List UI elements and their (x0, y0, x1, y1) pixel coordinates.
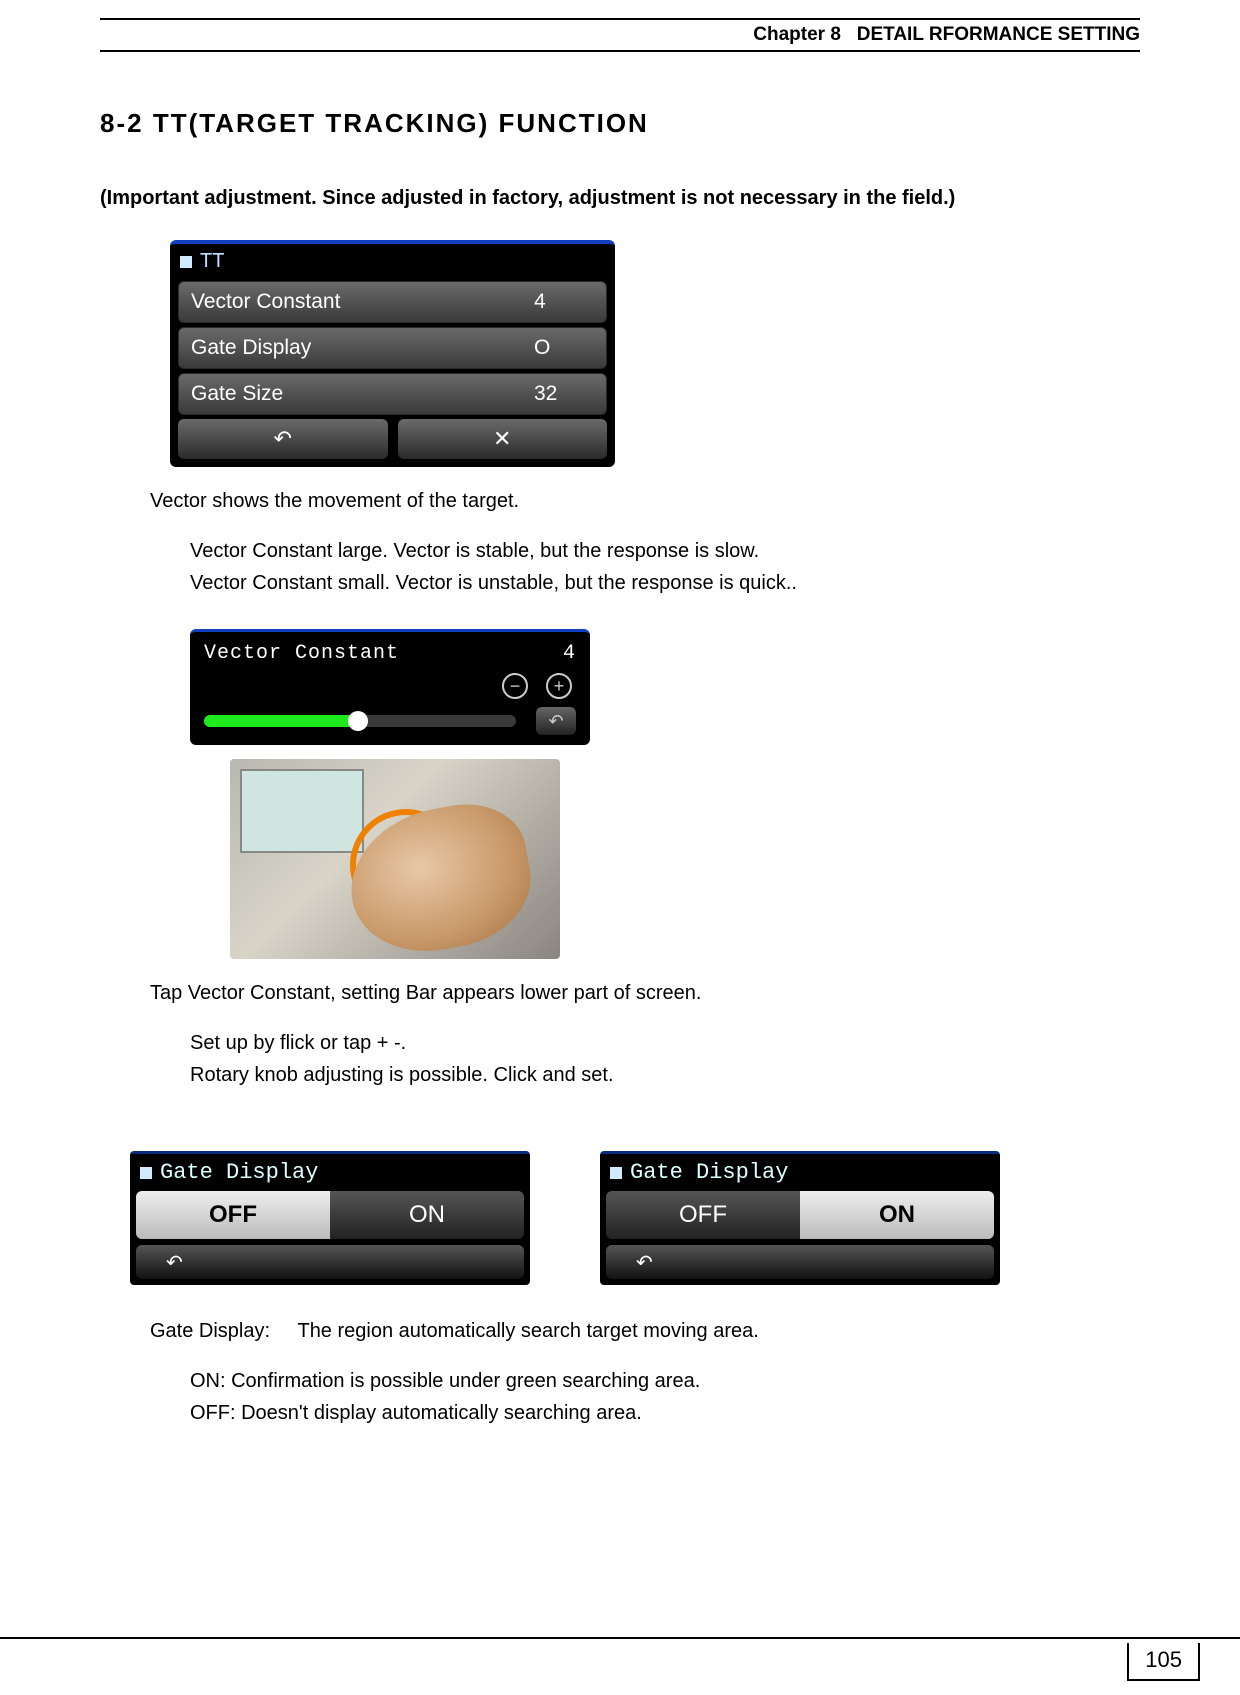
tt-row-label: Gate Display (191, 336, 534, 360)
vc-back-button[interactable]: ↶ (536, 707, 576, 735)
gate-display-row: Gate Display OFF ON ↶ Gate Display OFF O… (130, 1151, 1140, 1285)
paragraph: Set up by flick or tap + -. (190, 1027, 1140, 1059)
gate-display-widget-on: Gate Display OFF ON ↶ (600, 1151, 1000, 1285)
body-block-1: Vector shows the movement of the target.… (100, 485, 1140, 599)
back-icon: ↶ (166, 1250, 183, 1275)
vc-slider-thumb[interactable] (348, 711, 368, 731)
vc-slider[interactable] (204, 715, 516, 727)
section-title: 8-2 TT(TARGET TRACKING) FUNCTION (100, 108, 1140, 139)
vc-icons: − + (190, 673, 590, 707)
minus-icon: − (510, 677, 521, 695)
paragraph: Vector Constant large. Vector is stable,… (190, 535, 1140, 567)
gate-on-option[interactable]: ON (800, 1191, 994, 1239)
vc-value: 4 (563, 642, 576, 665)
paragraph: ON: Confirmation is possible under green… (190, 1365, 1140, 1397)
plus-icon: + (554, 677, 565, 695)
footer-rule (0, 1637, 1240, 1639)
square-icon (610, 1167, 622, 1179)
paragraph: Vector Constant small. Vector is unstabl… (190, 567, 1140, 599)
plus-button[interactable]: + (546, 673, 572, 699)
body-block-3: Gate Display: The region automatically s… (100, 1315, 1140, 1429)
minus-button[interactable]: − (502, 673, 528, 699)
vector-constant-widget: Vector Constant 4 − + ↶ (190, 629, 590, 745)
gate-segmented[interactable]: OFF ON (136, 1191, 524, 1239)
paragraph: OFF: Doesn't display automatically searc… (190, 1397, 1140, 1429)
tt-row-value: 4 (534, 290, 594, 314)
gate-segmented[interactable]: OFF ON (606, 1191, 994, 1239)
tt-row-gate-display[interactable]: Gate Display O (178, 327, 607, 369)
gate-title-text: Gate Display (160, 1160, 318, 1185)
rotate-arrow-icon (350, 809, 462, 921)
page-number: 105 (1127, 1643, 1200, 1681)
gate-title: Gate Display (600, 1154, 1000, 1191)
tt-menu-title: TT (170, 244, 615, 277)
paragraph: Vector shows the movement of the target. (150, 485, 1140, 517)
vc-header: Vector Constant 4 (190, 640, 590, 673)
section-name: TT(TARGET TRACKING) FUNCTION (153, 108, 649, 138)
gate-on-option[interactable]: ON (330, 1191, 524, 1239)
square-icon (180, 256, 192, 268)
close-icon: ✕ (493, 426, 511, 452)
chapter-label: Chapter 8 (753, 24, 841, 45)
tt-row-gate-size[interactable]: Gate Size 32 (178, 373, 607, 415)
chapter-title: DETAIL RFORMANCE SETTING (857, 24, 1140, 45)
tt-menu-widget: TT Vector Constant 4 Gate Display O Gate… (170, 240, 615, 467)
gate-off-option[interactable]: OFF (606, 1191, 800, 1239)
section-number: 8-2 (100, 108, 144, 138)
back-icon: ↶ (636, 1250, 653, 1275)
gate-title-text: Gate Display (630, 1160, 788, 1185)
running-header: Chapter 8 DETAIL RFORMANCE SETTING (100, 20, 1140, 52)
tt-row-label: Gate Size (191, 382, 534, 406)
back-icon: ↶ (274, 426, 292, 452)
page: Chapter 8 DETAIL RFORMANCE SETTING 8-2 T… (0, 18, 1240, 1695)
tt-row-value: 32 (534, 382, 594, 406)
vc-label: Vector Constant (204, 642, 399, 665)
gate-title: Gate Display (130, 1154, 530, 1191)
vc-slider-fill (204, 715, 354, 727)
back-button[interactable]: ↶ (178, 419, 388, 459)
important-note: (Important adjustment. Since adjusted in… (100, 187, 1140, 210)
square-icon (140, 1167, 152, 1179)
vc-slider-row: ↶ (190, 707, 590, 735)
body-block-2: Tap Vector Constant, setting Bar appears… (100, 977, 1140, 1091)
paragraph: Tap Vector Constant, setting Bar appears… (150, 977, 1140, 1009)
gate-back-button[interactable]: ↶ (606, 1245, 994, 1279)
gate-off-option[interactable]: OFF (136, 1191, 330, 1239)
tt-row-label: Vector Constant (191, 290, 534, 314)
tt-title-text: TT (200, 250, 224, 273)
close-button[interactable]: ✕ (398, 419, 608, 459)
paragraph: Gate Display: The region automatically s… (150, 1315, 1140, 1347)
back-icon: ↶ (548, 712, 563, 730)
gate-display-widget-off: Gate Display OFF ON ↶ (130, 1151, 530, 1285)
hand-rotary-photo (230, 759, 560, 959)
paragraph: Rotary knob adjusting is possible. Click… (190, 1059, 1140, 1091)
tt-row-vector-constant[interactable]: Vector Constant 4 (178, 281, 607, 323)
gate-back-button[interactable]: ↶ (136, 1245, 524, 1279)
tt-bottom-bar: ↶ ✕ (178, 419, 607, 459)
tt-row-value: O (534, 336, 594, 360)
